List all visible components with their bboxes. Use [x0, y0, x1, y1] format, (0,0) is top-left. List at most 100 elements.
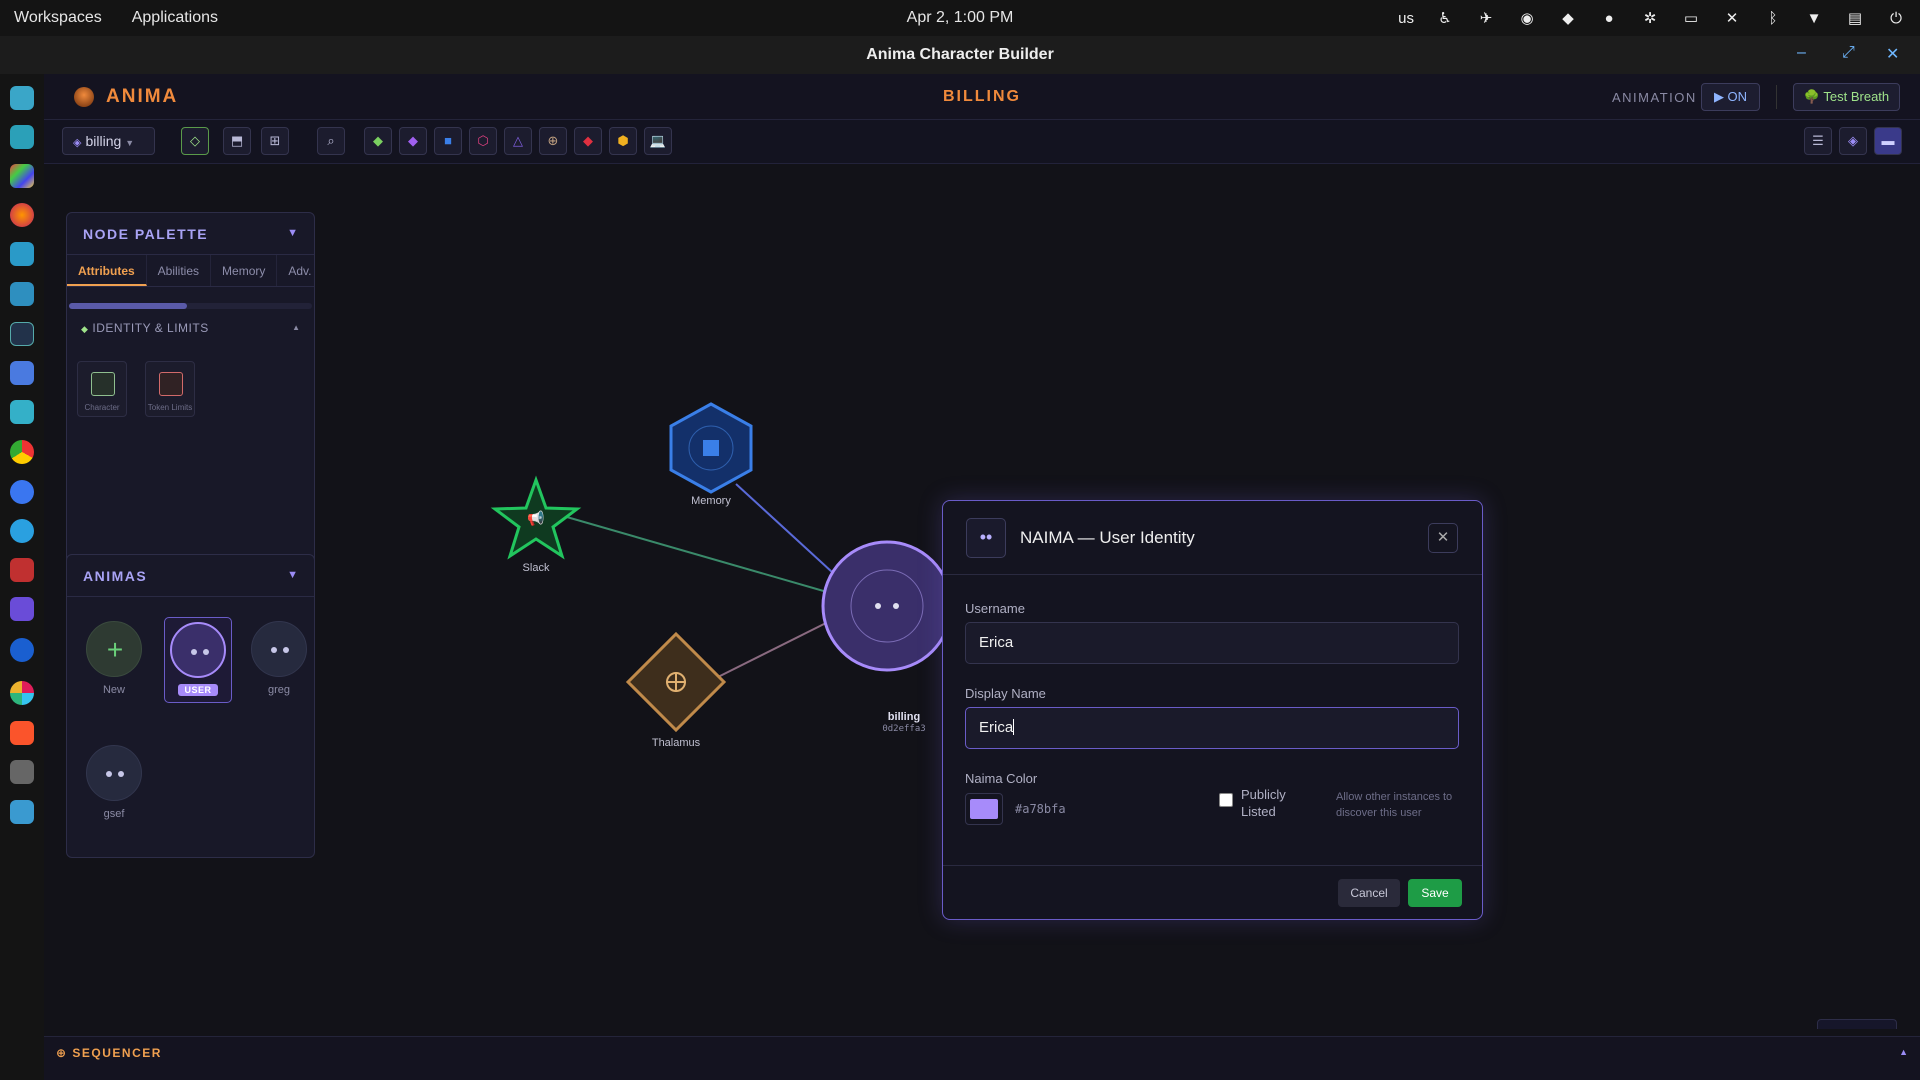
slack-app-icon[interactable] [10, 681, 34, 705]
mail-icon[interactable] [10, 597, 34, 621]
group-identity-limits[interactable]: ◆ IDENTITY & LIMITS [81, 321, 209, 335]
anima-select-value: billing [85, 133, 122, 149]
store-icon[interactable] [10, 361, 34, 385]
signal-icon[interactable] [10, 480, 34, 504]
anima-user[interactable]: USER [164, 617, 232, 703]
select-tool-button[interactable]: ◇ [181, 127, 209, 155]
files-icon[interactable] [10, 242, 34, 266]
anima-gsef[interactable]: gsef [79, 745, 149, 820]
sequencer-bar[interactable]: ⊕ SEQUENCER ▲ [44, 1036, 1920, 1080]
list-view-button[interactable]: ☰ [1804, 127, 1832, 155]
applications-menu[interactable]: Applications [132, 9, 218, 27]
node-type-hex-button[interactable]: ⬡ [469, 127, 497, 155]
node-type-thalamus-button[interactable]: ⊕ [539, 127, 567, 155]
tab-memory[interactable]: Memory [211, 255, 278, 286]
graph-canvas[interactable]: 📢 Memory Slack billing 0d2effa3 Thalamus [44, 164, 1920, 1044]
node-type-attribute-button[interactable]: ◆ [364, 127, 392, 155]
brand-name: ANIMA [106, 86, 179, 107]
node-type-ability-button[interactable]: ◆ [399, 127, 427, 155]
search-app-icon[interactable] [10, 86, 34, 110]
collapse-view-button[interactable]: ▬ [1874, 127, 1902, 155]
backup-icon[interactable] [10, 400, 34, 424]
text-editor-icon[interactable] [10, 282, 34, 306]
anima-select[interactable]: ◈ billing ▼ [62, 127, 155, 155]
app-header: ANIMA BILLING ANIMATION ▶ ON 🌳 Test Brea… [44, 74, 1920, 120]
diamond-view-button[interactable]: ◈ [1839, 127, 1867, 155]
keyboard-layout[interactable]: us [1398, 10, 1414, 27]
animation-toggle-button[interactable]: ▶ ON [1701, 83, 1760, 111]
firefox-icon[interactable] [10, 203, 34, 227]
node-palette-header[interactable]: NODE PALETTE ▼ [67, 213, 314, 255]
mute-icon[interactable]: ✕ [1722, 9, 1742, 27]
publicly-listed-checkbox[interactable] [1219, 793, 1233, 807]
telegram-app-icon[interactable] [10, 519, 34, 543]
animas-panel: ANIMAS ▼ + New USER greg gsef [66, 554, 315, 858]
node-type-gold-button[interactable]: ⬢ [609, 127, 637, 155]
node-type-memory-button[interactable]: ■ [434, 127, 462, 155]
display-icon[interactable]: ▭ [1681, 9, 1701, 27]
close-icon[interactable]: ✕ [1886, 44, 1899, 64]
workspace-app-icon[interactable] [10, 125, 34, 149]
new-anima-button[interactable]: + New [79, 621, 149, 696]
username-field[interactable]: Erica [965, 622, 1459, 664]
workspaces-menu[interactable]: Workspaces [14, 9, 102, 27]
slack-icon[interactable]: ✲ [1640, 9, 1660, 27]
node-type-computer-button[interactable]: 💻 [644, 127, 672, 155]
telegram-icon[interactable]: ✈ [1476, 9, 1496, 27]
chevron-down-icon[interactable]: ▼ [287, 569, 298, 581]
tab-abilities[interactable]: Abilities [147, 255, 212, 286]
chevron-up-icon[interactable]: ▲ [1899, 1047, 1908, 1057]
close-icon[interactable]: ✕ [1428, 523, 1458, 553]
grid-tool-button[interactable]: ⊞ [261, 127, 289, 155]
save-button[interactable]: Save [1408, 879, 1462, 907]
chevron-up-icon[interactable]: ▲ [292, 323, 300, 332]
chevron-down-icon[interactable]: ▼ [287, 227, 298, 239]
onepassword-icon[interactable] [10, 638, 34, 662]
chrome-icon[interactable] [10, 440, 34, 464]
color-swatch[interactable] [965, 793, 1003, 825]
node-type-triangle-button[interactable]: △ [504, 127, 532, 155]
app-grid-icon[interactable] [10, 164, 34, 188]
animas-header[interactable]: ANIMAS ▼ [67, 555, 314, 597]
search-tool-button[interactable]: ⌕ [317, 127, 345, 155]
tab-scroll-thumb[interactable] [69, 303, 187, 309]
terminal-icon[interactable] [10, 322, 34, 346]
test-breath-button[interactable]: 🌳 Test Breath [1793, 83, 1900, 111]
accessibility-icon[interactable]: ♿ [1435, 9, 1455, 27]
minimize-icon[interactable]: – [1797, 44, 1806, 62]
indicator-icon[interactable]: ● [1599, 10, 1619, 27]
display-name-field[interactable]: Erica [965, 707, 1459, 749]
anima-greg[interactable]: greg [244, 621, 314, 696]
dialog-divider [943, 865, 1482, 866]
image-viewer-icon[interactable] [10, 800, 34, 824]
maximize-icon[interactable]: ⤢ [1842, 44, 1855, 62]
palette-item-token-limits[interactable]: Token Limits [145, 361, 195, 417]
palette-item-character[interactable]: Character [77, 361, 127, 417]
minimap-toggle[interactable] [1817, 1019, 1897, 1029]
publicly-listed-hint: Allow other instances to discover this u… [1336, 791, 1453, 819]
dropbox-icon[interactable]: ◆ [1558, 9, 1578, 27]
app-window: ANIMA BILLING ANIMATION ▶ ON 🌳 Test Brea… [44, 74, 1920, 1080]
node-memory-label: Memory [691, 495, 731, 507]
node-slack-label: Slack [522, 562, 550, 574]
group-title: IDENTITY & LIMITS [92, 321, 209, 335]
publicly-listed-label[interactable]: Publicly Listed [1241, 786, 1301, 820]
node-memory [669, 402, 753, 494]
tab-attributes[interactable]: Attributes [67, 255, 147, 286]
presentation-icon[interactable] [10, 558, 34, 582]
layout-tool-button[interactable]: ⬒ [223, 127, 251, 155]
wifi-icon[interactable]: ▼ [1804, 10, 1824, 27]
power-icon[interactable]: ⏻ [1886, 10, 1906, 27]
cancel-button[interactable]: Cancel [1338, 879, 1400, 907]
brave-icon[interactable] [10, 721, 34, 745]
tab-adv-cog[interactable]: Adv. Cog [277, 255, 314, 286]
dock [0, 74, 44, 1080]
node-type-red-button[interactable]: ◆ [574, 127, 602, 155]
bluetooth-icon[interactable]: ᛒ [1763, 10, 1783, 27]
settings-icon[interactable] [10, 760, 34, 784]
battery-icon[interactable]: ▤ [1845, 9, 1865, 27]
svg-text:📢: 📢 [527, 510, 544, 527]
password-manager-icon[interactable]: ◉ [1517, 9, 1537, 27]
user-identity-dialog: •• NAIMA — User Identity ✕ Username Eric… [942, 500, 1483, 920]
color-hex-value[interactable]: #a78bfa [1015, 802, 1066, 816]
